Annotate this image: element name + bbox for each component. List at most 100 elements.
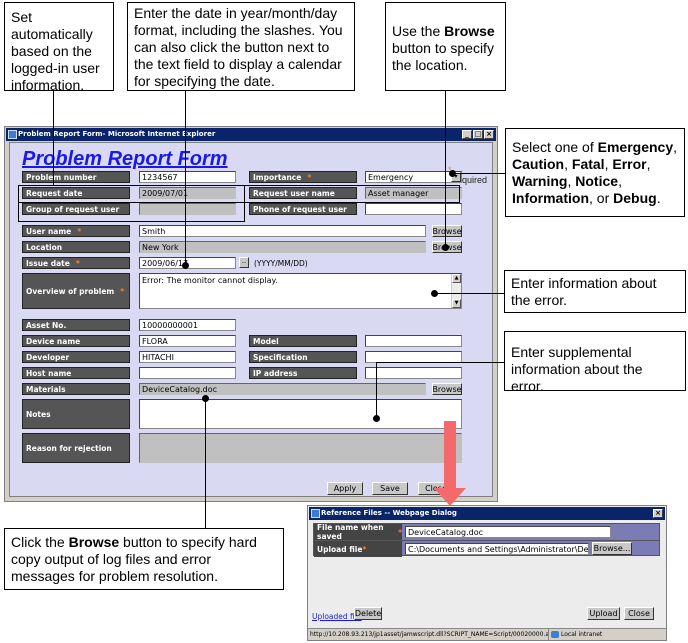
notes-textarea[interactable] xyxy=(139,399,462,429)
required-star: * xyxy=(398,527,402,537)
calendar-button[interactable]: ... xyxy=(239,257,249,268)
importance-option-caution: Caution xyxy=(512,156,565,172)
label-text: Notes xyxy=(26,409,51,419)
save-button[interactable]: Save xyxy=(372,482,408,495)
dialog-fields-table: File name when saved * DeviceCatalog.doc … xyxy=(313,523,660,557)
sep-or: , or xyxy=(589,190,614,206)
required-star: * xyxy=(307,172,312,182)
sep: , xyxy=(564,156,572,172)
dialog-close-icon[interactable]: × xyxy=(653,509,663,518)
upload-button[interactable]: Upload xyxy=(587,607,620,620)
user-name-browse-button[interactable]: Browse xyxy=(432,225,462,237)
label-ip-address: IP address xyxy=(249,367,357,379)
materials-field: DeviceCatalog.doc xyxy=(139,383,426,395)
red-arrow-head-icon xyxy=(434,488,466,506)
dialog-row-upload-file: Upload file * C:\Documents and Settings\A… xyxy=(314,540,659,557)
close-icon[interactable]: × xyxy=(484,130,494,139)
scroll-down-icon[interactable]: ▼ xyxy=(452,299,461,308)
phone-of-request-user-field[interactable] xyxy=(365,203,462,215)
apply-button[interactable]: Apply xyxy=(327,482,363,495)
connector-notes-v xyxy=(376,362,377,418)
status-zone: Local intranet xyxy=(548,629,622,640)
callout-auto-set-text: Set automatically based on the logged-in… xyxy=(11,9,100,93)
model-field[interactable] xyxy=(365,335,462,347)
label-text: Materials xyxy=(26,384,66,394)
label-text: Upload file xyxy=(317,544,363,554)
importance-select[interactable]: Emergency ▾ xyxy=(365,171,462,183)
importance-option-error: Error xyxy=(612,156,647,172)
required-star: * xyxy=(75,258,80,268)
connector-location xyxy=(445,91,446,248)
host-name-field[interactable] xyxy=(139,367,236,379)
label-notes: Notes xyxy=(22,399,130,429)
delete-button[interactable]: Delete xyxy=(354,607,382,620)
overview-textarea[interactable]: Error: The monitor cannot display. ▲ ▼ xyxy=(139,273,462,309)
device-name-field[interactable]: FLORA xyxy=(139,335,236,347)
label-text: Host name xyxy=(26,368,72,378)
label-file-name-when-saved: File name when saved * xyxy=(314,523,402,541)
label-text: Device name xyxy=(26,336,81,346)
window-titlebar[interactable]: Problem Report Form- Microsoft Internet … xyxy=(6,128,496,141)
callout-materials: Click the Browse button to specify hard … xyxy=(4,528,284,590)
scroll-up-icon[interactable]: ▲ xyxy=(452,274,461,283)
issue-date-format-hint: (YYYY/MM/DD) xyxy=(254,259,308,268)
upload-file-field[interactable]: C:\Documents and Settings\Administrator\… xyxy=(405,543,589,555)
label-problem-number: Problem number xyxy=(22,171,130,183)
connector-auto-set xyxy=(53,91,54,185)
problem-report-window: Problem Report Form- Microsoft Internet … xyxy=(4,126,498,502)
dialog-browse-button[interactable]: Browse... xyxy=(592,542,632,555)
label-asset-no: Asset No. xyxy=(22,319,130,331)
label-text: Importance xyxy=(253,172,302,182)
label-upload-file: Upload file * xyxy=(314,541,402,557)
required-star: * xyxy=(120,286,125,296)
callout-location-browse: Use the Browse button to specify the loc… xyxy=(385,2,506,91)
file-name-field[interactable]: DeviceCatalog.doc xyxy=(405,526,611,538)
importance-option-warning: Warning xyxy=(512,173,568,189)
maximize-icon[interactable]: □ xyxy=(473,130,483,139)
importance-option-information: Information xyxy=(512,190,589,206)
callout-materials-pre: Click the xyxy=(11,534,69,550)
location-field: New York xyxy=(139,241,426,253)
callout-importance-pre: Select one of xyxy=(512,139,598,155)
minimize-icon[interactable]: _ xyxy=(462,130,472,139)
asset-no-field[interactable]: 10000000001 xyxy=(139,319,236,331)
callout-importance: Select one of Emergency, Caution, Fatal,… xyxy=(505,128,685,217)
window-controls: _ □ × xyxy=(462,130,494,139)
label-phone-of-request-user: Phone of request user xyxy=(249,203,357,215)
label-text: User name xyxy=(26,226,72,236)
dialog-controls: × xyxy=(653,509,663,518)
dialog-titlebar[interactable]: Reference Files -- Webpage Dialog × xyxy=(309,507,665,520)
callout-overview-text: Enter information about the error. xyxy=(511,275,657,308)
connector-materials-dot xyxy=(202,395,209,402)
label-text: Problem number xyxy=(26,172,97,182)
connector-date xyxy=(185,91,186,266)
callout-notes: Enter supplemental information about the… xyxy=(504,331,686,394)
user-name-field[interactable]: Smith xyxy=(139,225,426,237)
label-text: Location xyxy=(26,242,63,252)
bracket-auto-set-2 xyxy=(18,185,245,222)
callout-materials-bold: Browse xyxy=(68,534,120,550)
materials-browse-button[interactable]: Browse xyxy=(432,383,462,395)
connector-importance-dot xyxy=(449,170,456,177)
label-materials: Materials xyxy=(22,383,130,395)
label-device-name: Device name xyxy=(22,335,130,347)
dialog-icon xyxy=(311,509,320,518)
developer-field[interactable]: HITACHI xyxy=(139,351,236,363)
label-text: Overview of problem xyxy=(26,286,115,296)
ip-address-field[interactable] xyxy=(365,367,462,379)
overview-scrollbar[interactable]: ▲ ▼ xyxy=(451,274,461,308)
label-text: Developer xyxy=(26,352,70,362)
intranet-globe-icon xyxy=(551,631,559,638)
dialog-row-file-name: File name when saved * DeviceCatalog.doc xyxy=(314,523,659,541)
callout-notes-text: Enter supplemental information about the… xyxy=(511,344,643,394)
label-text: Issue date xyxy=(26,258,70,268)
status-zone-text: Local intranet xyxy=(561,631,603,638)
label-issue-date: Issue date * xyxy=(22,257,130,269)
problem-number-field[interactable]: 1234567 xyxy=(139,171,236,183)
dialog-close-button[interactable]: Close xyxy=(624,607,654,620)
label-developer: Developer xyxy=(22,351,130,363)
label-text: Reason for rejection xyxy=(26,443,112,453)
required-star: * xyxy=(362,544,367,554)
label-text: Asset No. xyxy=(26,320,67,330)
label-importance: Importance * xyxy=(249,171,357,183)
